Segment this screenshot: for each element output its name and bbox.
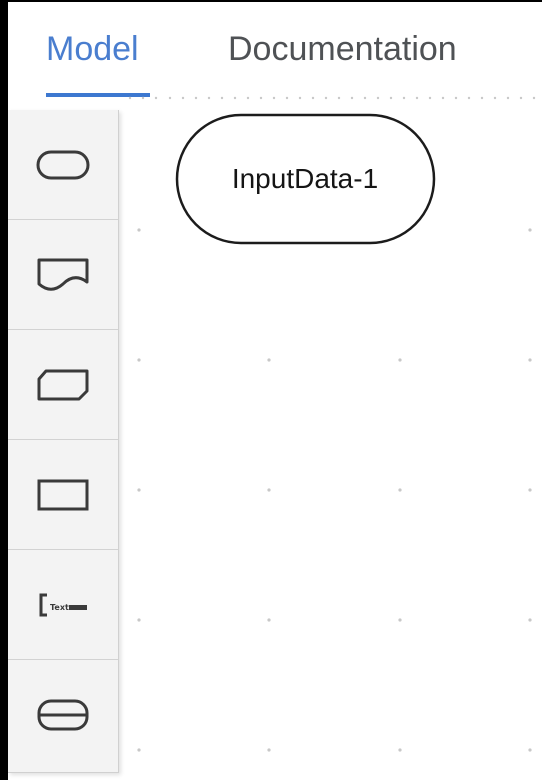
palette-item-business-knowledge-model[interactable] bbox=[8, 330, 118, 440]
palette-item-knowledge-source[interactable] bbox=[8, 220, 118, 330]
business-knowledge-model-icon bbox=[37, 369, 89, 400]
tab-model[interactable]: Model bbox=[46, 2, 139, 96]
input-data-icon bbox=[36, 150, 90, 179]
palette-item-input-data[interactable] bbox=[8, 110, 118, 220]
tab-documentation[interactable]: Documentation bbox=[228, 2, 457, 96]
shape-palette: Text bbox=[8, 110, 119, 773]
input-data-node-label[interactable]: InputData-1 bbox=[176, 114, 434, 244]
dmn-editor: Model Documentation InputData-1 Text bbox=[0, 0, 542, 780]
editor-tabs: Model Documentation bbox=[8, 2, 542, 97]
text-annotation-icon: Text bbox=[39, 593, 87, 616]
knowledge-source-icon bbox=[37, 258, 89, 291]
window-frame-left bbox=[0, 0, 8, 780]
palette-item-decision[interactable] bbox=[8, 440, 118, 550]
decision-service-icon bbox=[37, 699, 89, 731]
top-grid-row bbox=[128, 96, 536, 100]
palette-item-decision-service[interactable] bbox=[8, 660, 118, 770]
palette-item-text-annotation[interactable]: Text bbox=[8, 550, 118, 660]
decision-icon bbox=[37, 479, 89, 510]
svg-text:Text: Text bbox=[50, 603, 69, 612]
